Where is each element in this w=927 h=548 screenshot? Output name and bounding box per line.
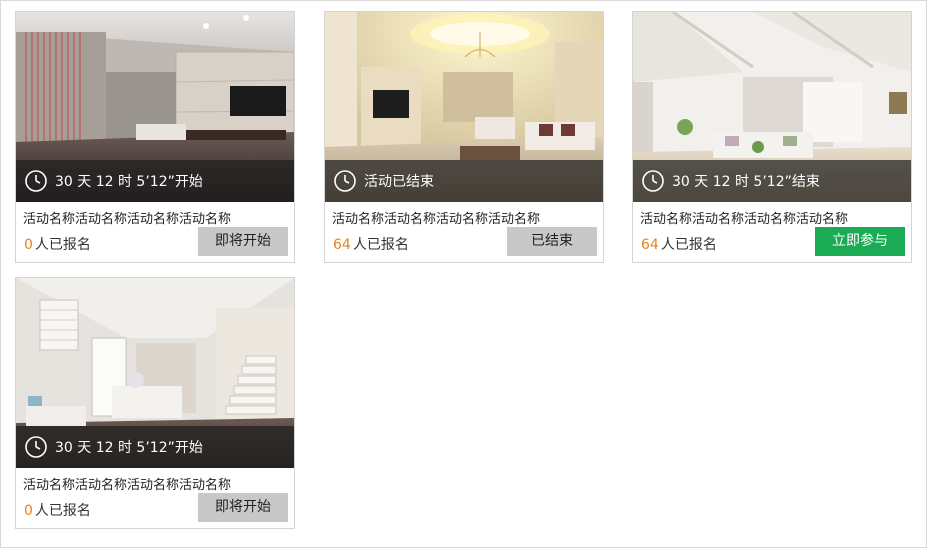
upcoming-button[interactable]: 即将开始 [198, 227, 288, 256]
ended-button[interactable]: 已结束 [507, 227, 597, 256]
clock-icon [641, 169, 665, 193]
upcoming-button[interactable]: 即将开始 [198, 493, 288, 522]
signup-suffix: 人已报名 [660, 237, 717, 253]
signup-suffix: 人已报名 [352, 237, 409, 253]
activity-title[interactable]: 活动名称活动名称活动名称活动名称 [23, 474, 291, 493]
signup-number: 0 [24, 237, 33, 253]
activity-card[interactable]: 30 天 12 时 5’12”开始 活动名称活动名称活动名称活动名称 0 人已报名… [15, 11, 295, 263]
activity-card[interactable]: 活动已结束 活动名称活动名称活动名称活动名称 64 人已报名 已结束 [324, 11, 604, 263]
signup-number: 0 [24, 503, 33, 519]
signup-suffix: 人已报名 [34, 503, 91, 519]
clock-icon [333, 169, 357, 193]
activity-card[interactable]: 30 天 12 时 5’12”开始 活动名称活动名称活动名称活动名称 0 人已报名… [15, 277, 295, 529]
activity-photo[interactable]: 30 天 12 时 5’12”结束 [633, 12, 911, 202]
time-overlay: 30 天 12 时 5’12”开始 [16, 426, 294, 468]
activity-photo[interactable]: 30 天 12 时 5’12”开始 [16, 12, 294, 202]
time-overlay: 活动已结束 [325, 160, 603, 202]
time-overlay: 30 天 12 时 5’12”开始 [16, 160, 294, 202]
signup-suffix: 人已报名 [34, 237, 91, 253]
join-now-button[interactable]: 立即参与 [815, 227, 905, 256]
time-text: 30 天 12 时 5’12”开始 [55, 174, 203, 190]
time-text: 活动已结束 [364, 174, 434, 190]
time-text: 30 天 12 时 5’12”结束 [672, 174, 820, 190]
activity-title[interactable]: 活动名称活动名称活动名称活动名称 [640, 208, 908, 227]
signup-number: 64 [641, 237, 659, 253]
activity-card[interactable]: 30 天 12 时 5’12”结束 活动名称活动名称活动名称活动名称 64 人已报… [632, 11, 912, 263]
time-text: 30 天 12 时 5’12”开始 [55, 440, 203, 456]
signup-count: 64 人已报名 [333, 234, 409, 254]
signup-count: 0 人已报名 [24, 234, 91, 254]
activity-title[interactable]: 活动名称活动名称活动名称活动名称 [23, 208, 291, 227]
clock-icon [24, 169, 48, 193]
clock-icon [24, 435, 48, 459]
activity-photo[interactable]: 活动已结束 [325, 12, 603, 202]
activity-title[interactable]: 活动名称活动名称活动名称活动名称 [332, 208, 600, 227]
signup-count: 64 人已报名 [641, 234, 717, 254]
activity-photo[interactable]: 30 天 12 时 5’12”开始 [16, 278, 294, 468]
signup-number: 64 [333, 237, 351, 253]
signup-count: 0 人已报名 [24, 500, 91, 520]
time-overlay: 30 天 12 时 5’12”结束 [633, 160, 911, 202]
